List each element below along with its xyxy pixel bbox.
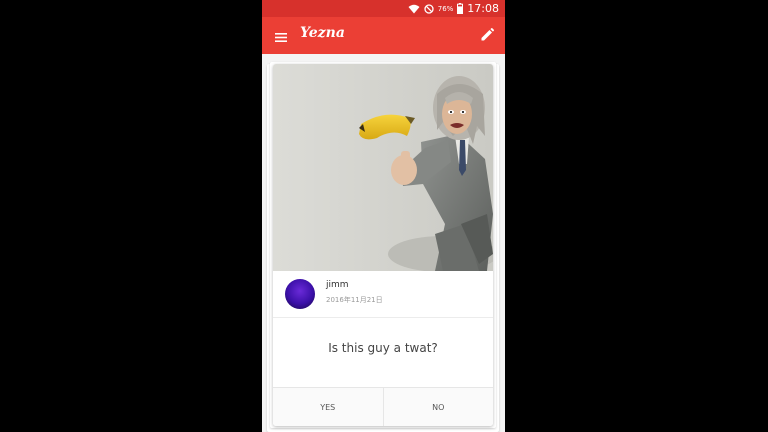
question-card[interactable]: jimm 2016年11月21日 Is this guy a twat? YES… [273, 64, 493, 426]
phone-screen: 76% 17:08 Yezna jimm 2016年11月21日 Is this… [262, 0, 505, 432]
yes-button[interactable]: YES [273, 388, 383, 426]
author-row: jimm 2016年11月21日 [273, 271, 493, 318]
username[interactable]: jimm [326, 280, 349, 290]
avatar[interactable] [285, 279, 315, 309]
status-bar: 76% 17:08 [262, 0, 505, 17]
wifi-icon [408, 4, 420, 13]
menu-button[interactable] [274, 29, 288, 42]
question-text: Is this guy a twat? [328, 341, 438, 355]
edit-icon [481, 28, 494, 41]
battery-icon [457, 3, 464, 14]
answer-buttons: YES NO [273, 387, 493, 426]
battery-percent: 76% [437, 4, 454, 13]
menu-icon [275, 33, 287, 42]
app-bar: Yezna [262, 17, 505, 54]
post-date: 2016年11月21日 [326, 296, 383, 304]
edit-button[interactable] [479, 27, 495, 43]
no-button[interactable]: NO [382, 388, 493, 426]
app-title: Yezna [300, 25, 345, 41]
post-photo [273, 64, 493, 271]
status-time: 17:08 [467, 2, 499, 15]
do-not-disturb-icon [424, 3, 434, 14]
